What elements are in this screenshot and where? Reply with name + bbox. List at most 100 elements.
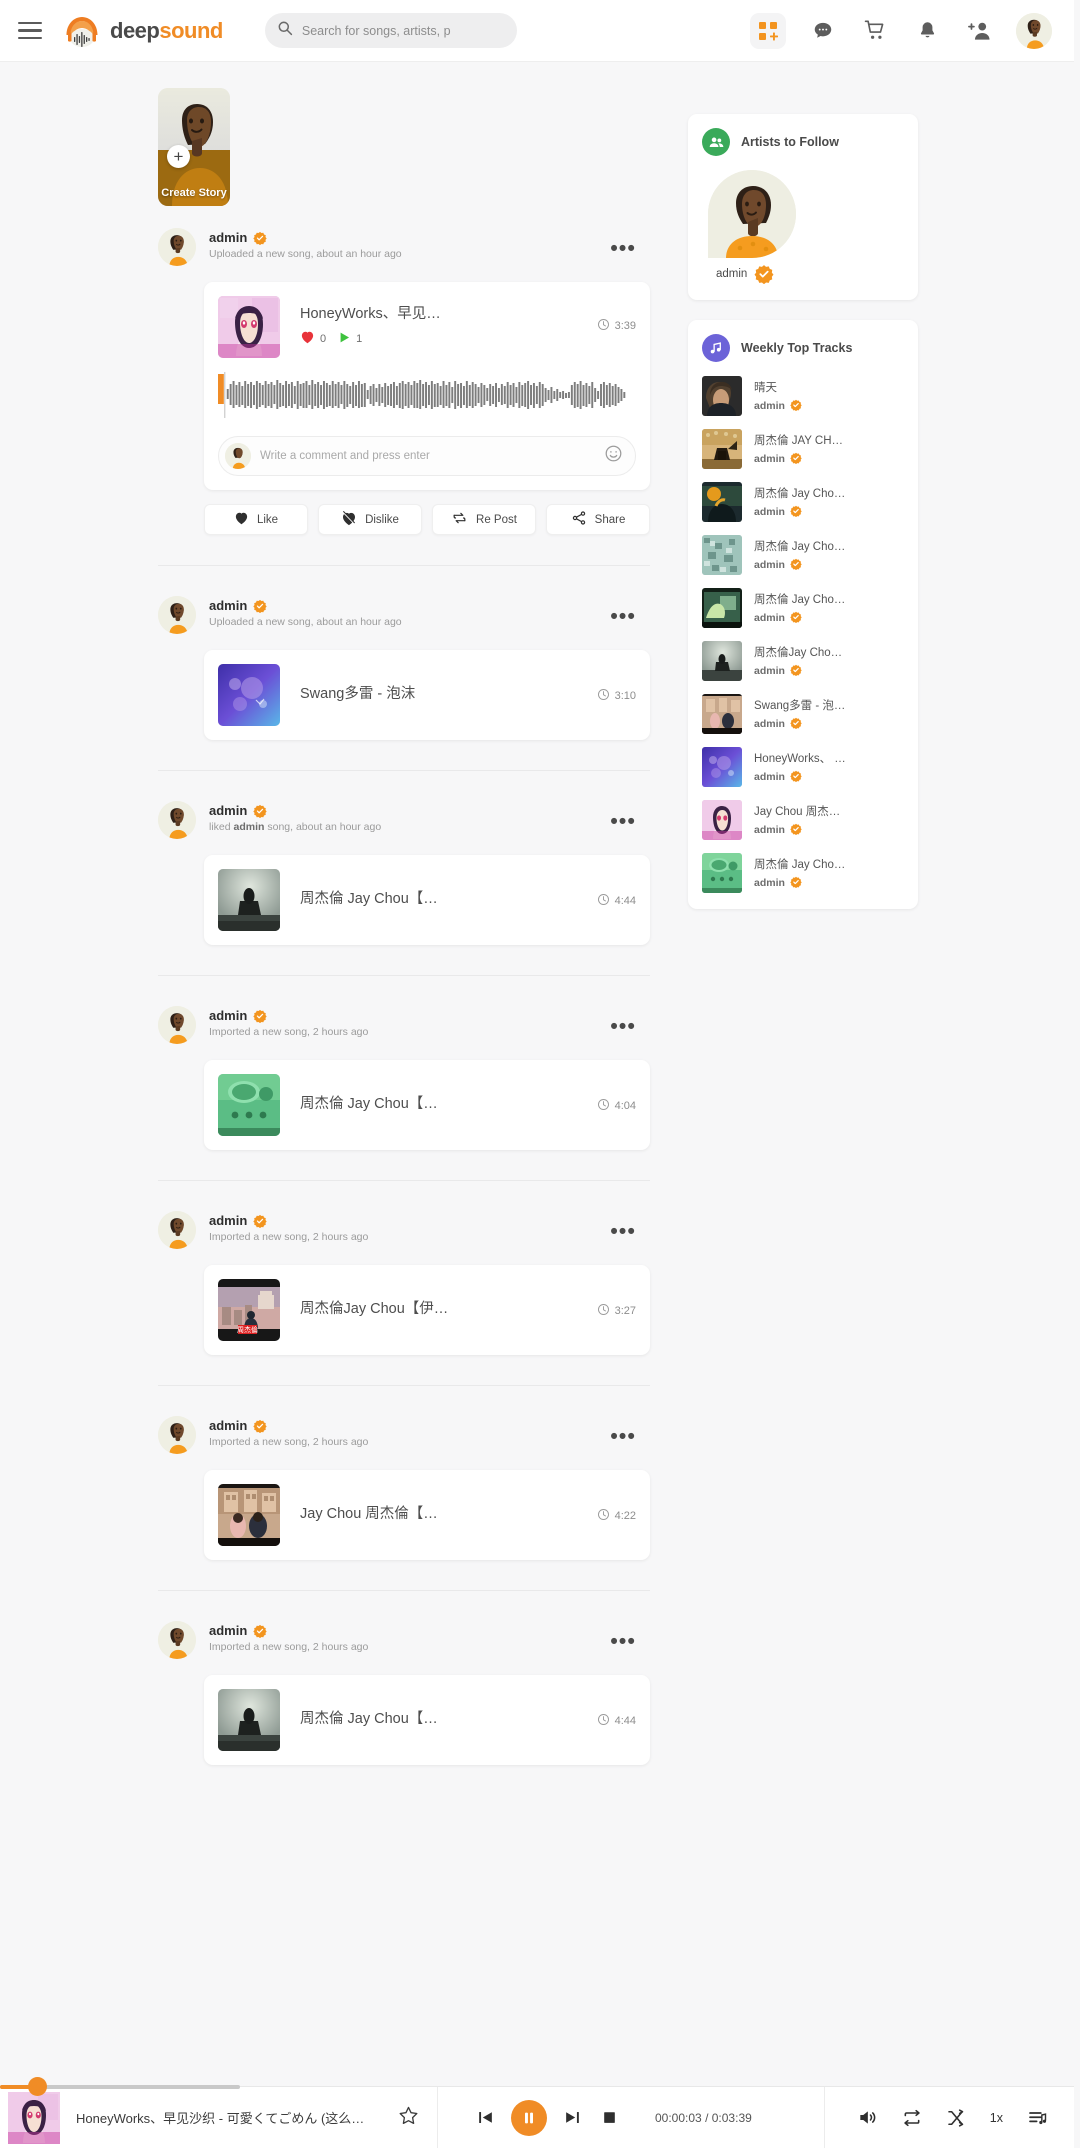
list-item[interactable]: 周杰倫 Jay Cho… admin: [702, 535, 904, 575]
list-item[interactable]: Swang多雷 - 泡… admin: [702, 694, 904, 734]
track-title[interactable]: 周杰倫 Jay Cho…: [754, 485, 904, 501]
post-options-icon[interactable]: •••: [610, 1631, 636, 1652]
brand-logo[interactable]: deepsound: [62, 11, 223, 51]
comment-box[interactable]: [218, 436, 636, 476]
playback-speed-button[interactable]: 1x: [990, 2111, 1003, 2125]
track-author-name[interactable]: admin: [754, 824, 785, 836]
search-input[interactable]: [301, 23, 505, 38]
song-title[interactable]: 周杰倫 Jay Chou【…: [300, 1092, 591, 1113]
track-title[interactable]: 周杰倫Jay Cho…: [754, 644, 904, 660]
notifications-bell-icon[interactable]: [912, 16, 942, 46]
track-author-name[interactable]: admin: [754, 400, 785, 412]
post-options-icon[interactable]: •••: [610, 811, 636, 832]
list-item[interactable]: HoneyWorks、 … admin: [702, 747, 904, 787]
post-author[interactable]: admin: [209, 1418, 247, 1433]
add-friend-icon[interactable]: [964, 16, 994, 46]
avatar[interactable]: [158, 1006, 196, 1044]
song-cover-image[interactable]: [218, 296, 280, 358]
avatar[interactable]: [158, 1211, 196, 1249]
song-cover-image[interactable]: [218, 869, 280, 931]
list-item[interactable]: 周杰倫 JAY CH… admin: [702, 429, 904, 469]
list-item[interactable]: 周杰倫Jay Cho… admin: [702, 641, 904, 681]
track-author-name[interactable]: admin: [754, 665, 785, 677]
post-author[interactable]: admin: [209, 598, 247, 613]
list-item[interactable]: 周杰倫 Jay Cho… admin: [702, 588, 904, 628]
track-title[interactable]: 周杰倫 Jay Cho…: [754, 538, 904, 554]
repeat-button[interactable]: [902, 2108, 922, 2128]
dislike-button[interactable]: Dislike: [318, 504, 422, 535]
track-author-name[interactable]: admin: [754, 718, 785, 730]
post-author[interactable]: admin: [209, 1213, 247, 1228]
track-title[interactable]: HoneyWorks、 …: [754, 750, 904, 766]
track-author-name[interactable]: admin: [754, 612, 785, 624]
emoji-icon[interactable]: [604, 444, 623, 468]
track-author-name[interactable]: admin: [754, 506, 785, 518]
avatar[interactable]: [1016, 12, 1052, 49]
stop-button[interactable]: [602, 2110, 617, 2125]
audio-waveform[interactable]: [218, 372, 636, 418]
post-options-icon[interactable]: •••: [610, 1221, 636, 1242]
post-author[interactable]: admin: [209, 1008, 247, 1023]
share-button[interactable]: Share: [546, 504, 650, 535]
track-author-name[interactable]: admin: [754, 771, 785, 783]
post-author[interactable]: admin: [209, 230, 247, 245]
seek-handle[interactable]: [28, 2077, 47, 2096]
track-title[interactable]: Jay Chou 周杰…: [754, 803, 904, 819]
avatar[interactable]: [158, 596, 196, 634]
track-title[interactable]: Swang多雷 - 泡…: [754, 697, 904, 713]
post-options-icon[interactable]: •••: [610, 1016, 636, 1037]
messages-icon[interactable]: [808, 16, 838, 46]
search-box[interactable]: [264, 13, 517, 48]
create-story-card[interactable]: + Create Story: [158, 88, 230, 206]
artist-card[interactable]: admin: [702, 170, 904, 285]
like-button[interactable]: Like: [204, 504, 308, 535]
song-cover-image[interactable]: [218, 1484, 280, 1546]
cart-icon[interactable]: [860, 16, 890, 46]
add-story-plus-icon[interactable]: +: [167, 145, 190, 168]
post-author[interactable]: admin: [209, 803, 247, 818]
hamburger-menu-icon[interactable]: [18, 16, 48, 46]
previous-track-button[interactable]: [476, 2108, 495, 2127]
seek-bar[interactable]: [0, 2077, 1074, 2096]
song-title[interactable]: 周杰倫 Jay Chou【…: [300, 887, 591, 908]
post-options-icon[interactable]: •••: [610, 1426, 636, 1447]
post-options-icon[interactable]: •••: [610, 606, 636, 627]
song-title[interactable]: Jay Chou 周杰倫【…: [300, 1502, 591, 1523]
song-title[interactable]: Swang多雷 - 泡沫: [300, 682, 591, 703]
repost-button[interactable]: Re Post: [432, 504, 536, 535]
song-cover-image[interactable]: [218, 664, 280, 726]
avatar[interactable]: [158, 228, 196, 266]
song-cover-image[interactable]: 周杰倫: [218, 1279, 280, 1341]
track-title[interactable]: 周杰倫 JAY CH…: [754, 432, 904, 448]
favorite-star-icon[interactable]: [398, 2105, 419, 2131]
track-title[interactable]: 周杰倫 Jay Cho…: [754, 591, 904, 607]
list-item[interactable]: 周杰倫 Jay Cho… admin: [702, 853, 904, 893]
track-title[interactable]: 晴天: [754, 379, 904, 395]
song-cover-image[interactable]: [218, 1689, 280, 1751]
queue-playlist-button[interactable]: [1027, 2108, 1048, 2128]
avatar[interactable]: [158, 801, 196, 839]
artist-avatar[interactable]: [708, 170, 796, 258]
song-cover-image[interactable]: [218, 1074, 280, 1136]
play-pause-button[interactable]: [511, 2099, 547, 2136]
volume-button[interactable]: [857, 2107, 878, 2128]
artist-name[interactable]: admin: [716, 268, 747, 280]
shuffle-button[interactable]: [946, 2108, 966, 2128]
avatar[interactable]: [158, 1416, 196, 1454]
comment-input[interactable]: [260, 450, 595, 462]
player-cover-image[interactable]: [8, 2091, 60, 2144]
track-author-name[interactable]: admin: [754, 453, 785, 465]
post-options-icon[interactable]: •••: [610, 238, 636, 259]
list-item[interactable]: Jay Chou 周杰… admin: [702, 800, 904, 840]
list-item[interactable]: 周杰倫 Jay Cho… admin: [702, 482, 904, 522]
track-title[interactable]: 周杰倫 Jay Cho…: [754, 856, 904, 872]
post-author[interactable]: admin: [209, 1623, 247, 1638]
next-track-button[interactable]: [563, 2108, 582, 2127]
track-author-name[interactable]: admin: [754, 877, 785, 889]
avatar[interactable]: [158, 1621, 196, 1659]
list-item[interactable]: 晴天 admin: [702, 376, 904, 416]
track-author-name[interactable]: admin: [754, 559, 785, 571]
apps-grid-icon[interactable]: [750, 12, 786, 49]
song-title[interactable]: 周杰倫 Jay Chou【…: [300, 1707, 591, 1728]
song-title[interactable]: HoneyWorks、早见…: [300, 302, 591, 323]
